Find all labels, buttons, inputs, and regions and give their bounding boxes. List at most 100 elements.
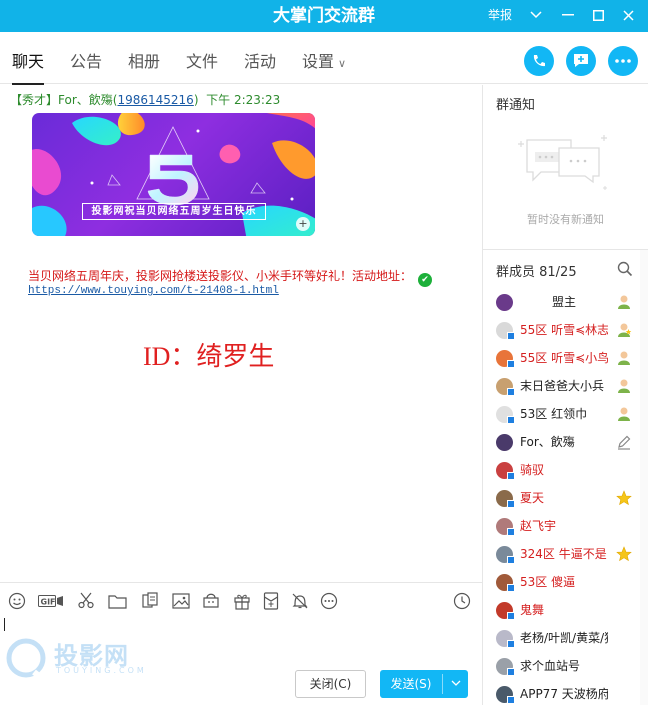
member-name: 53区 傻逼 — [520, 575, 576, 589]
mobile-badge-icon — [507, 388, 515, 396]
mobile-badge-icon — [507, 696, 515, 704]
member-row[interactable]: For、飲殤 — [483, 428, 640, 456]
member-name: For、飲殤 — [520, 435, 575, 449]
star-icon — [616, 490, 632, 506]
member-name: 盟主 — [552, 295, 577, 309]
message-header: 【秀才】For、飲殤(1986145216) 下午 2:23:23 — [10, 93, 281, 107]
members-title: 群成员 81/25 — [496, 265, 577, 280]
more-tools-icon[interactable] — [319, 591, 339, 611]
member-list[interactable]: 盟主 55区 听雪≼林志 55区 听雪≼小鸟 末日爸爸大小兵 53区 红领巾 For、飲殤… — [483, 288, 640, 705]
member-row[interactable]: 赵飞宇 — [483, 512, 640, 540]
tab-settings-label: 设置 — [302, 52, 335, 71]
edit-icon — [616, 434, 632, 450]
gif-icon[interactable]: GIF — [38, 591, 64, 611]
notice-divider — [483, 249, 648, 250]
member-name: 53区 红领巾 — [520, 407, 588, 421]
add-chat-icon — [574, 54, 588, 67]
more-icon — [615, 59, 631, 63]
tab-settings[interactable]: 设置 ∨ — [302, 32, 346, 84]
watermark: 投影网 TOUYING.COM — [6, 636, 156, 684]
tab-announcement[interactable]: 公告 — [70, 32, 102, 84]
send-button[interactable]: 发送(S) — [380, 670, 468, 698]
verified-shield-icon: ✔ — [418, 273, 433, 287]
gift-icon[interactable] — [232, 591, 252, 611]
shopping-icon[interactable] — [201, 591, 221, 611]
member-row[interactable]: 55区 听雪≼小鸟 — [483, 344, 640, 372]
bell-mute-icon[interactable] — [290, 591, 310, 611]
member-row[interactable]: 53区 红领巾 — [483, 400, 640, 428]
clock-history-icon[interactable] — [452, 591, 472, 611]
member-row[interactable]: 53区 傻逼 — [483, 568, 640, 596]
doc-icon[interactable] — [140, 591, 160, 611]
message-text: 当贝网络五周年庆，投影网抢楼送投影仪、小米手环等好礼！活动地址： ✔ — [28, 267, 433, 287]
member-name: 鬼舞 — [520, 603, 545, 617]
tab-album[interactable]: 相册 — [128, 32, 160, 84]
window-title: 大掌门交流群 — [273, 6, 375, 26]
notice-title: 群通知 — [496, 98, 536, 113]
member-row[interactable]: 末日爸爸大小兵 — [483, 372, 640, 400]
admin-icon — [616, 350, 632, 366]
add-chat-button[interactable] — [566, 46, 596, 76]
more-button[interactable] — [608, 46, 638, 76]
sender-name[interactable]: For、飲殤 — [58, 93, 113, 107]
admin-star-icon — [616, 322, 632, 338]
phone-button[interactable] — [524, 46, 554, 76]
owner-icon — [616, 294, 632, 310]
avatar[interactable] — [496, 294, 513, 311]
member-row[interactable]: 盟主 — [483, 288, 640, 316]
member-name: 赵飞宇 — [520, 519, 557, 533]
avatar[interactable] — [496, 434, 513, 451]
image-icon[interactable] — [171, 591, 191, 611]
banner-caption: 投影网祝当贝网络五周岁生日快乐 — [82, 203, 266, 220]
close-icon[interactable] — [614, 0, 642, 30]
tab-files[interactable]: 文件 — [186, 32, 218, 84]
mobile-badge-icon — [507, 528, 515, 536]
member-name: 老杨/叶凯/黄菜/独孤 — [520, 631, 608, 645]
banner-image[interactable]: 投影网祝当贝网络五周岁生日快乐 + — [32, 113, 315, 236]
member-row[interactable]: 老杨/叶凯/黄菜/独孤 — [483, 624, 640, 652]
mobile-badge-icon — [507, 640, 515, 648]
scissors-icon[interactable] — [76, 591, 96, 611]
member-name: APP77 天波杨府 — [520, 687, 608, 701]
member-row[interactable]: 骑驭 — [483, 456, 640, 484]
mobile-badge-icon — [507, 584, 515, 592]
star-icon — [616, 546, 632, 562]
search-icon[interactable] — [617, 261, 633, 277]
tab-chat[interactable]: 聊天 — [12, 32, 45, 85]
tab-activity[interactable]: 活动 — [244, 32, 276, 84]
member-row[interactable]: 求个血站号 — [483, 652, 640, 680]
minimize-icon[interactable] — [554, 0, 582, 30]
admin-icon — [616, 406, 632, 422]
svg-text:GIF: GIF — [41, 598, 56, 607]
maximize-icon[interactable] — [584, 0, 612, 30]
zoom-in-icon[interactable]: + — [296, 217, 310, 231]
report-link[interactable]: 举报 — [488, 0, 512, 30]
member-row[interactable]: 55区 听雪≼林志 — [483, 316, 640, 344]
send-options-chevron-icon[interactable] — [443, 670, 468, 698]
folder-icon[interactable] — [107, 591, 127, 611]
chevron-down-icon: ∨ — [338, 57, 347, 70]
member-row[interactable]: 鬼舞 — [483, 596, 640, 624]
title-bar: 大掌门交流群 举报 — [0, 0, 648, 32]
sender-uid[interactable]: 1986145216 — [117, 93, 193, 107]
emoji-icon[interactable] — [7, 591, 27, 611]
message-link[interactable]: https://www.touying.com/t-21408-1.html — [28, 285, 279, 297]
sender-rank: 【秀才】 — [10, 93, 59, 107]
empty-notice-icon — [518, 135, 607, 190]
member-row[interactable]: APP77 天波杨府 — [483, 680, 640, 705]
mobile-badge-icon — [507, 556, 515, 564]
chat-area[interactable]: 【秀才】For、飲殤(1986145216) 下午 2:23:23 投影网祝当贝… — [0, 85, 482, 582]
chevron-down-icon[interactable] — [522, 0, 550, 30]
mobile-badge-icon — [507, 500, 515, 508]
mobile-badge-icon — [507, 472, 515, 480]
watermark-sub: TOUYING.COM — [56, 666, 147, 675]
mobile-badge-icon — [507, 360, 515, 368]
close-button[interactable]: 关闭(C) — [295, 670, 366, 698]
member-name: 324区 牛逼不是 — [520, 547, 607, 561]
member-name: 求个血站号 — [520, 659, 581, 673]
member-list-scrollbar[interactable] — [640, 250, 648, 705]
mobile-badge-icon — [507, 612, 515, 620]
red-packet-icon[interactable] — [261, 591, 281, 611]
member-row[interactable]: 夏天 — [483, 484, 640, 512]
member-row[interactable]: 324区 牛逼不是 — [483, 540, 640, 568]
